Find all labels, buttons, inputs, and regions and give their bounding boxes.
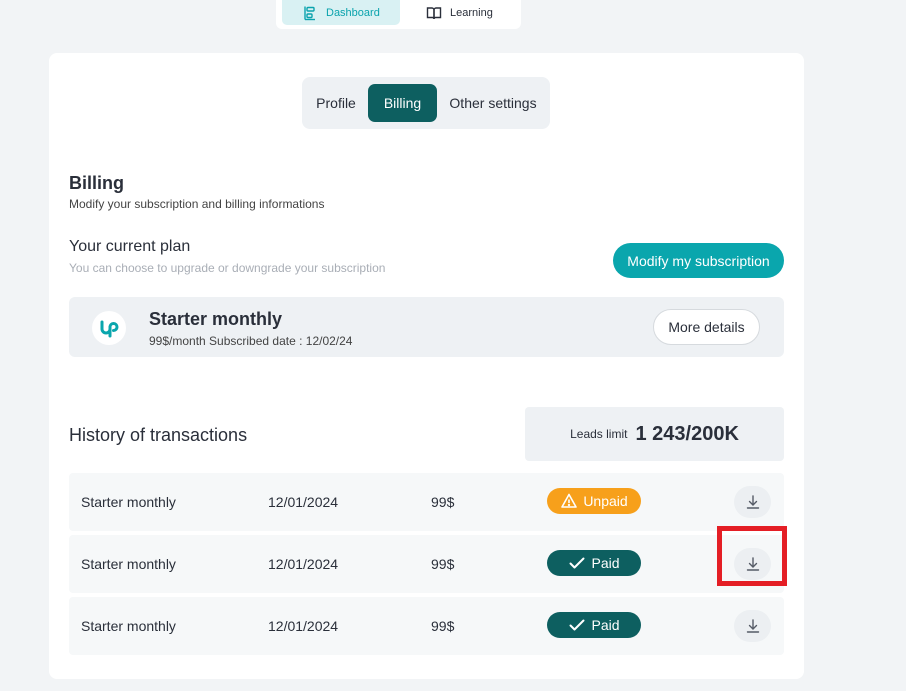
top-navigation: Dashboard Learning (276, 0, 521, 29)
settings-card: Profile Billing Other settings Billing M… (49, 53, 804, 679)
leads-limit-value: 1 243/200K (635, 422, 739, 445)
status-label: Paid (591, 617, 620, 633)
row-date: 12/01/2024 (268, 618, 339, 634)
check-icon (569, 557, 585, 569)
warning-icon (561, 493, 578, 508)
download-icon (746, 619, 759, 633)
row-plan-name: Starter monthly (81, 494, 176, 510)
modify-subscription-button[interactable]: Modify my subscription (613, 243, 784, 278)
nav-learning[interactable]: Learning (426, 0, 516, 25)
nav-dashboard-label: Dashboard (326, 6, 380, 19)
more-details-button[interactable]: More details (653, 309, 760, 345)
row-plan-name: Starter monthly (81, 556, 176, 572)
status-badge: Paid (547, 550, 641, 576)
leads-limit-label: Leads limit (570, 427, 628, 441)
row-amount: 99$ (431, 494, 455, 510)
plan-name: Starter monthly (149, 309, 283, 329)
dashboard-icon (304, 6, 315, 20)
download-button[interactable] (734, 610, 771, 642)
plan-meta: 99$/month Subscribed date : 12/02/24 (149, 334, 353, 348)
row-date: 12/01/2024 (268, 494, 339, 510)
current-plan-subtitle: You can choose to upgrade or downgrade y… (69, 261, 386, 275)
table-row: Starter monthly 12/01/2024 99$ Paid (69, 535, 784, 593)
status-badge: Paid (547, 612, 641, 638)
row-amount: 99$ (431, 556, 455, 572)
plan-card: Starter monthly 99$/month Subscribed dat… (69, 297, 784, 357)
plan-logo-icon (92, 311, 126, 345)
table-row: Starter monthly 12/01/2024 99$ Unpaid (69, 473, 784, 531)
row-plan-name: Starter monthly (81, 618, 176, 634)
history-title: History of transactions (69, 425, 248, 445)
leads-limit-box: Leads limit 1 243/200K (525, 407, 784, 461)
status-badge: Unpaid (547, 488, 641, 514)
tab-other-settings[interactable]: Other settings (443, 84, 543, 122)
table-row: Starter monthly 12/01/2024 99$ Paid (69, 597, 784, 655)
tab-billing[interactable]: Billing (368, 84, 437, 122)
status-label: Unpaid (583, 493, 628, 509)
status-label: Paid (591, 555, 620, 571)
settings-tabs: Profile Billing Other settings (302, 77, 550, 129)
download-icon (746, 495, 759, 509)
current-plan-title: Your current plan (69, 238, 191, 255)
billing-title: Billing (69, 173, 124, 193)
row-amount: 99$ (431, 618, 455, 634)
highlight-box (717, 526, 787, 586)
book-icon (426, 6, 442, 19)
check-icon (569, 619, 585, 631)
nav-learning-label: Learning (450, 6, 493, 19)
billing-subtitle: Modify your subscription and billing inf… (69, 197, 325, 211)
download-button[interactable] (734, 486, 771, 518)
tab-profile[interactable]: Profile (306, 84, 366, 122)
nav-dashboard[interactable]: Dashboard (282, 0, 400, 25)
row-date: 12/01/2024 (268, 556, 339, 572)
